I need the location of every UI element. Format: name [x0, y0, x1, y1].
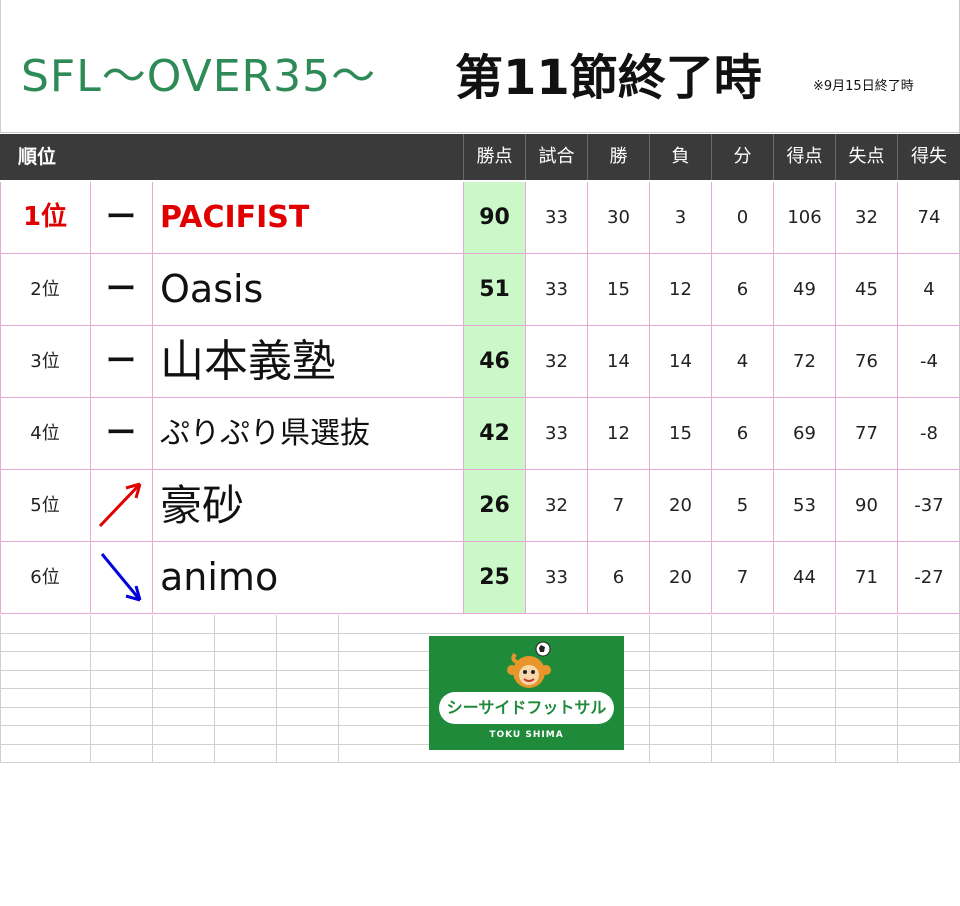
table-row: 2位 ー Oasis 51 33 15 12 6 49 45 4: [0, 254, 960, 326]
goals-for-cell: 53: [793, 495, 816, 516]
seaside-futsal-logo: シーサイドフットサル TOKU SHIMA: [429, 636, 624, 750]
goals-for-cell: 72: [793, 351, 816, 372]
won-cell: 12: [607, 423, 630, 444]
rank-cell: 1位: [22, 202, 68, 232]
header-won: 勝: [609, 146, 628, 167]
header-rank: 順位: [18, 146, 57, 168]
lost-cell: 14: [669, 351, 692, 372]
lost-cell: 20: [669, 495, 692, 516]
no-change-icon: ー: [106, 200, 136, 235]
played-cell: 33: [545, 207, 568, 228]
rank-cell: 3位: [30, 351, 60, 372]
played-cell: 32: [545, 495, 568, 516]
rank-cell: 2位: [30, 279, 60, 300]
header-goals-for: 得点: [786, 146, 823, 167]
table-row: 4位 ーぷりぷり県選抜 42 33 12 15 6 69 77 -8: [0, 398, 960, 470]
lost-cell: 12: [669, 279, 692, 300]
header-goals-against: 失点: [848, 146, 885, 167]
won-cell: 15: [607, 279, 630, 300]
drawn-cell: 5: [736, 495, 749, 516]
won-cell: 30: [607, 207, 630, 228]
points-cell: 42: [464, 398, 525, 469]
won-cell: 7: [612, 495, 625, 516]
no-change-icon: ー: [106, 272, 136, 307]
table-header: 順位 勝点 試合 勝 負 分 得点 失点 得失: [0, 134, 960, 180]
rank-cell: 5位: [30, 495, 60, 516]
monkey-mascot-icon: [507, 641, 551, 688]
drawn-cell: 4: [736, 351, 749, 372]
played-cell: 33: [545, 423, 568, 444]
goals-for-cell: 69: [793, 423, 816, 444]
goals-against-cell: 76: [855, 351, 878, 372]
team-name: Oasis: [160, 267, 264, 311]
won-cell: 6: [612, 567, 625, 588]
league-title: SFL～OVER35～: [21, 51, 377, 102]
header-lost: 負: [671, 146, 690, 167]
drawn-cell: 6: [736, 423, 749, 444]
points-cell: 25: [464, 542, 525, 613]
lost-cell: 3: [674, 207, 687, 228]
played-cell: 33: [545, 567, 568, 588]
played-cell: 32: [545, 351, 568, 372]
goals-for-cell: 44: [793, 567, 816, 588]
arrow-down-right-icon: [90, 542, 152, 613]
logo-main-text: シーサイドフットサル: [446, 698, 607, 717]
lost-cell: 15: [669, 423, 692, 444]
drawn-cell: 6: [736, 279, 749, 300]
arrow-up-right-icon: [90, 470, 152, 541]
won-cell: 14: [607, 351, 630, 372]
goal-diff-cell: 74: [917, 207, 941, 228]
no-change-icon: ー: [106, 416, 136, 451]
standings-sheet: SFL～OVER35～ 第11節終了時 ※9月15日終了時 順位 勝点 試合 勝…: [0, 0, 960, 763]
round-title: 第11節終了時: [455, 50, 762, 106]
header-points: 勝点: [476, 146, 513, 167]
points-cell: 46: [464, 326, 525, 397]
lost-cell: 20: [669, 567, 692, 588]
goals-against-cell: 77: [855, 423, 878, 444]
table-row: 3位 ー山本義塾 46 32 14 14 4 72 76 -4: [0, 326, 960, 398]
logo-sub-text: TOKU SHIMA: [489, 730, 564, 740]
team-name: 豪砂: [160, 481, 245, 530]
goals-against-cell: 90: [855, 495, 878, 516]
goals-for-cell: 106: [787, 207, 822, 228]
goals-against-cell: 32: [855, 207, 878, 228]
drawn-cell: 7: [736, 567, 749, 588]
points-cell: 90: [464, 182, 525, 253]
goals-against-cell: 71: [855, 567, 878, 588]
rank-cell: 4位: [30, 423, 60, 444]
team-name: PACIFIST: [160, 200, 310, 235]
goals-against-cell: 45: [855, 279, 878, 300]
table-row: 1位ー PACIFIST 90 33 30 3 0 106 32 74: [0, 182, 960, 254]
goal-diff-cell: -4: [920, 351, 938, 372]
team-name: 山本義塾: [160, 336, 336, 387]
title-row: SFL～OVER35～ 第11節終了時 ※9月15日終了時: [0, 0, 960, 133]
header-goal-diff: 得失: [911, 146, 947, 167]
points-cell: 26: [464, 470, 525, 541]
team-name: animo: [160, 555, 279, 599]
update-note: ※9月15日終了時: [813, 79, 914, 94]
no-change-icon: ー: [106, 344, 136, 379]
goal-diff-cell: -27: [914, 567, 944, 588]
goals-for-cell: 49: [793, 279, 816, 300]
table-row: 5位 豪砂 26 32 7 20 5 53 90 -37: [0, 470, 960, 542]
rank-cell: 6位: [30, 567, 60, 588]
header-drawn: 分: [733, 146, 752, 167]
goal-diff-cell: -8: [920, 423, 938, 444]
drawn-cell: 0: [736, 207, 749, 228]
goal-diff-cell: -37: [914, 495, 944, 516]
goal-diff-cell: 4: [923, 279, 935, 300]
header-played: 試合: [538, 146, 575, 167]
table-row: 6位 animo 25 33 6 20 7 44 71 -27: [0, 542, 960, 614]
team-name: ぷりぷり県選抜: [160, 416, 370, 451]
points-cell: 51: [464, 254, 525, 325]
played-cell: 33: [545, 279, 568, 300]
